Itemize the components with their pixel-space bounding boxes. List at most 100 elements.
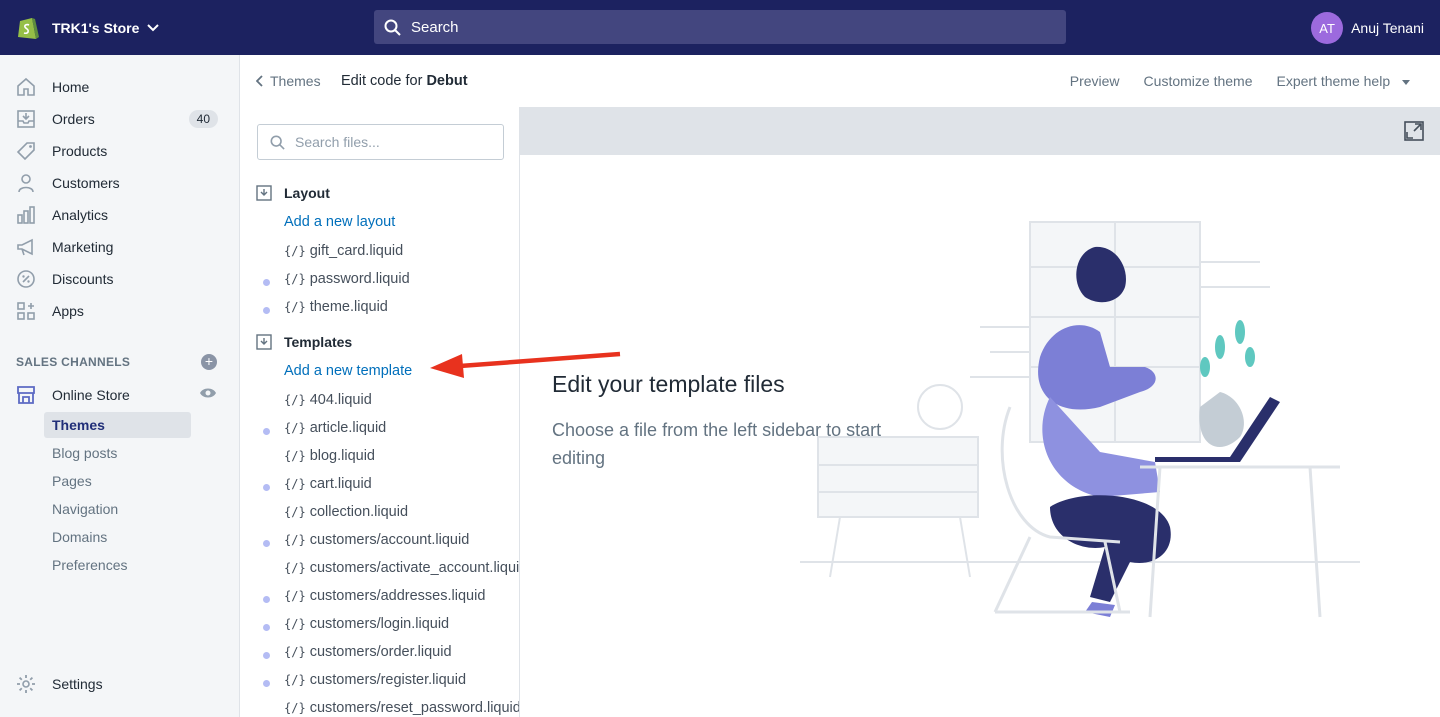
expert-help-dropdown[interactable]: Expert theme help	[1276, 73, 1410, 89]
sidebar-item-apps[interactable]: Apps	[0, 297, 240, 325]
file-item[interactable]: {/} collection.liquid	[284, 504, 408, 520]
sidebar-item-marketing[interactable]: Marketing	[0, 233, 240, 261]
file-item[interactable]: {/} customers/addresses.liquid	[284, 588, 485, 604]
file-item[interactable]: {/} customers/login.liquid	[284, 616, 449, 632]
store-icon	[17, 386, 35, 404]
search-icon	[384, 19, 401, 36]
file-name: article.liquid	[309, 420, 387, 436]
breadcrumb-back[interactable]: Themes	[256, 73, 321, 89]
sidebar-item-label: Discounts	[52, 271, 114, 287]
file-item[interactable]: {/} customers/activate_account.liquid	[284, 560, 520, 576]
add-layout-link[interactable]: Add a new layout	[284, 214, 395, 230]
liquid-file-icon: {/}	[284, 589, 306, 603]
modified-dot	[263, 680, 270, 687]
expand-icon[interactable]	[1404, 121, 1424, 141]
file-item[interactable]: {/} customers/register.liquid	[284, 672, 466, 688]
preview-link[interactable]: Preview	[1070, 73, 1120, 89]
sidebar-item-label: Apps	[52, 303, 84, 319]
sidebar-sub-pages[interactable]: Pages	[44, 468, 191, 494]
sidebar-item-label: Analytics	[52, 207, 109, 223]
modified-dot	[263, 307, 270, 314]
folder-layout[interactable]: Layout	[256, 185, 330, 201]
annotation-arrow-icon	[430, 351, 621, 378]
user-menu[interactable]: AT Anuj Tenani	[1311, 12, 1424, 44]
store-switcher[interactable]: TRK1's Store	[0, 14, 374, 42]
store-name: TRK1's Store	[52, 19, 140, 36]
file-item[interactable]: {/} theme.liquid	[284, 299, 388, 315]
file-item[interactable]: {/} password.liquid	[284, 271, 410, 287]
gear-icon	[17, 675, 35, 693]
add-template-link[interactable]: Add a new template	[284, 363, 412, 379]
sidebar-item-label: Products	[52, 143, 108, 159]
file-item[interactable]: {/} 404.liquid	[284, 392, 372, 408]
file-item[interactable]: {/} article.liquid	[284, 420, 386, 436]
apps-icon	[17, 302, 35, 320]
chevron-down-icon	[147, 23, 160, 31]
top-bar: TRK1's Store Search AT Anuj Tenani	[0, 0, 1440, 55]
modified-dot	[263, 596, 270, 603]
shopify-logo-icon	[18, 17, 39, 39]
sidebar-sub-preferences[interactable]: Preferences	[44, 552, 191, 578]
sidebar-item-products[interactable]: Products	[0, 137, 240, 165]
page-title: Edit code for Debut	[341, 73, 468, 89]
chevron-left-icon	[256, 75, 263, 87]
folder-download-icon	[256, 334, 272, 350]
file-name: customers/activate_account.liquid	[309, 560, 520, 576]
discount-icon	[17, 270, 35, 288]
file-name: customers/addresses.liquid	[309, 588, 486, 604]
expert-help-label: Expert theme help	[1276, 73, 1391, 89]
file-name: gift_card.liquid	[309, 243, 404, 259]
file-search-input[interactable]: Search files...	[257, 124, 504, 160]
file-tree: Search files... Layout Add a new layout …	[240, 107, 520, 717]
sidebar: Home Orders 40 Products Customers Analyt…	[0, 55, 240, 717]
file-name: collection.liquid	[309, 504, 409, 520]
file-item[interactable]: {/} customers/reset_password.liquid	[284, 700, 519, 716]
eye-icon[interactable]	[199, 387, 217, 399]
sidebar-item-orders[interactable]: Orders 40	[0, 105, 240, 133]
orders-icon	[17, 110, 35, 128]
file-search-placeholder: Search files...	[295, 134, 380, 150]
orders-count-badge: 40	[188, 110, 218, 128]
customize-theme-link[interactable]: Customize theme	[1144, 73, 1253, 89]
file-name: blog.liquid	[309, 448, 375, 464]
sidebar-item-label: Online Store	[52, 387, 130, 403]
sidebar-sub-navigation[interactable]: Navigation	[44, 496, 191, 522]
file-name: 404.liquid	[309, 392, 372, 408]
file-name: cart.liquid	[309, 476, 372, 492]
folder-templates[interactable]: Templates	[256, 334, 352, 350]
tag-icon	[16, 142, 35, 161]
folder-download-icon	[256, 185, 272, 201]
sidebar-item-customers[interactable]: Customers	[0, 169, 240, 197]
editor-panel: Edit your template files Choose a file f…	[520, 107, 1440, 717]
sidebar-sub-blog-posts[interactable]: Blog posts	[44, 440, 191, 466]
modified-dot	[263, 484, 270, 491]
file-item[interactable]: {/} gift_card.liquid	[284, 243, 403, 259]
liquid-file-icon: {/}	[284, 645, 306, 659]
sidebar-item-label: Settings	[52, 676, 103, 692]
global-search-input[interactable]: Search	[374, 10, 1066, 44]
sidebar-sub-domains[interactable]: Domains	[44, 524, 191, 550]
empty-state-description: Choose a file from the left sidebar to s…	[552, 420, 882, 468]
add-sales-channel-button[interactable]: +	[201, 354, 217, 370]
file-item[interactable]: {/} customers/account.liquid	[284, 532, 469, 548]
file-item[interactable]: {/} blog.liquid	[284, 448, 375, 464]
sidebar-item-home[interactable]: Home	[0, 73, 240, 101]
file-name: customers/login.liquid	[309, 616, 450, 632]
file-item[interactable]: {/} cart.liquid	[284, 476, 372, 492]
liquid-file-icon: {/}	[284, 272, 306, 286]
search-placeholder: Search	[411, 18, 459, 36]
title-prefix: Edit code for	[341, 73, 427, 89]
modified-dot	[263, 652, 270, 659]
file-item[interactable]: {/} customers/order.liquid	[284, 644, 452, 660]
sidebar-item-analytics[interactable]: Analytics	[0, 201, 240, 229]
file-name: customers/order.liquid	[309, 644, 452, 660]
modified-dot	[263, 624, 270, 631]
liquid-file-icon: {/}	[284, 505, 306, 519]
file-name: customers/register.liquid	[309, 672, 467, 688]
sidebar-item-discounts[interactable]: Discounts	[0, 265, 240, 293]
liquid-file-icon: {/}	[284, 449, 306, 463]
sidebar-sub-themes[interactable]: Themes	[44, 412, 191, 438]
theme-name: Debut	[426, 73, 468, 89]
sidebar-item-settings[interactable]: Settings	[0, 670, 240, 698]
sidebar-item-label: Home	[52, 79, 90, 95]
